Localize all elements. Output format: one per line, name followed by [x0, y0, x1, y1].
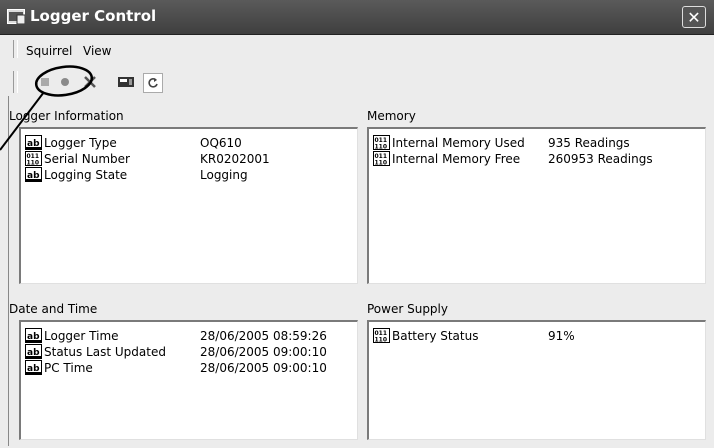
date-time-panel[interactable]: ab Logger Time 28/06/2005 08:59:26 ab St…	[19, 320, 358, 440]
window-title: Logger Control	[30, 7, 157, 25]
card-icon	[118, 77, 134, 87]
card-button[interactable]	[115, 71, 137, 93]
number-icon: 011110	[25, 151, 42, 166]
refresh-icon	[148, 78, 158, 88]
refresh-button[interactable]	[143, 73, 163, 93]
row-key: Logging State	[44, 168, 128, 182]
title-bar: Logger Control ✕	[0, 0, 714, 35]
power-supply-panel[interactable]: 011 110 Battery Status 91%	[367, 320, 706, 440]
row-key: Serial Number	[44, 152, 130, 166]
row-value: OQ610	[200, 136, 242, 150]
number-icon: 011110	[373, 135, 390, 150]
logger-info-label: Logger Information	[9, 109, 124, 123]
menu-grip	[13, 40, 18, 58]
list-item: ab Logger Type OQ610	[25, 135, 345, 151]
list-item: 011 110 Serial Number KR0202001	[25, 151, 345, 167]
row-value: 91%	[548, 329, 575, 343]
row-key: Status Last Updated	[44, 345, 166, 359]
toolbar-grip	[13, 71, 18, 93]
close-button[interactable]: ✕	[682, 6, 706, 28]
row-key: Logger Type	[44, 136, 117, 150]
number-icon: 011110	[373, 328, 390, 343]
svg-text:110: 110	[375, 337, 388, 344]
ab-icon: ab	[25, 167, 42, 182]
row-value: 28/06/2005 09:00:10	[200, 345, 327, 359]
row-value: 28/06/2005 09:00:10	[200, 361, 327, 375]
row-key: Logger Time	[44, 329, 119, 343]
list-item: ab PC Time 28/06/2005 09:00:10	[25, 360, 345, 376]
ab-icon: ab	[25, 328, 42, 343]
date-time-label: Date and Time	[9, 302, 98, 316]
stop-button[interactable]	[34, 71, 56, 93]
menu-bar: Squirrel View	[0, 35, 714, 63]
row-value: KR0202001	[200, 152, 270, 166]
list-item: 011 110 Battery Status 91%	[373, 328, 703, 344]
window-icon	[7, 9, 25, 24]
svg-text:110: 110	[27, 160, 40, 167]
list-item: 011 110 Internal Memory Free 260953 Readi…	[373, 151, 703, 167]
start-logging-button[interactable]	[54, 71, 76, 93]
close-icon: ✕	[687, 8, 701, 27]
toolbar	[12, 66, 172, 96]
row-value: 28/06/2005 08:59:26	[200, 329, 327, 343]
list-item: ab Logging State Logging	[25, 167, 345, 183]
logger-info-panel[interactable]: ab Logger Type OQ610 011 110 Serial Numbe…	[19, 127, 358, 284]
memory-panel[interactable]: 011 110 Internal Memory Used 935 Readings…	[367, 127, 706, 284]
row-value: Logging	[200, 168, 248, 182]
cancel-button[interactable]	[79, 71, 101, 93]
logger-control-window: Logger Control ✕ Squirrel View Logger In…	[0, 0, 714, 448]
ab-icon: ab	[25, 344, 42, 359]
svg-text:110: 110	[375, 144, 388, 151]
ab-icon: ab	[25, 360, 42, 375]
stop-icon	[41, 78, 49, 86]
row-value: 935 Readings	[548, 136, 630, 150]
memory-label: Memory	[367, 109, 416, 123]
menu-view[interactable]: View	[83, 44, 111, 58]
row-key: Internal Memory Free	[392, 152, 521, 166]
power-supply-label: Power Supply	[367, 302, 448, 316]
row-value: 260953 Readings	[548, 152, 653, 166]
list-item: ab Status Last Updated 28/06/2005 09:00:…	[25, 344, 345, 360]
record-icon	[61, 78, 69, 86]
left-frame-line	[8, 96, 9, 446]
number-icon: 011110	[373, 151, 390, 166]
cancel-icon	[84, 76, 96, 88]
row-key: Internal Memory Used	[392, 136, 525, 150]
list-item: ab Logger Time 28/06/2005 08:59:26	[25, 328, 345, 344]
menu-squirrel[interactable]: Squirrel	[26, 44, 72, 58]
ab-icon: ab	[25, 135, 42, 150]
row-key: PC Time	[44, 361, 93, 375]
row-key: Battery Status	[392, 329, 479, 343]
list-item: 011 110 Internal Memory Used 935 Readings	[373, 135, 703, 151]
svg-text:110: 110	[375, 160, 388, 167]
